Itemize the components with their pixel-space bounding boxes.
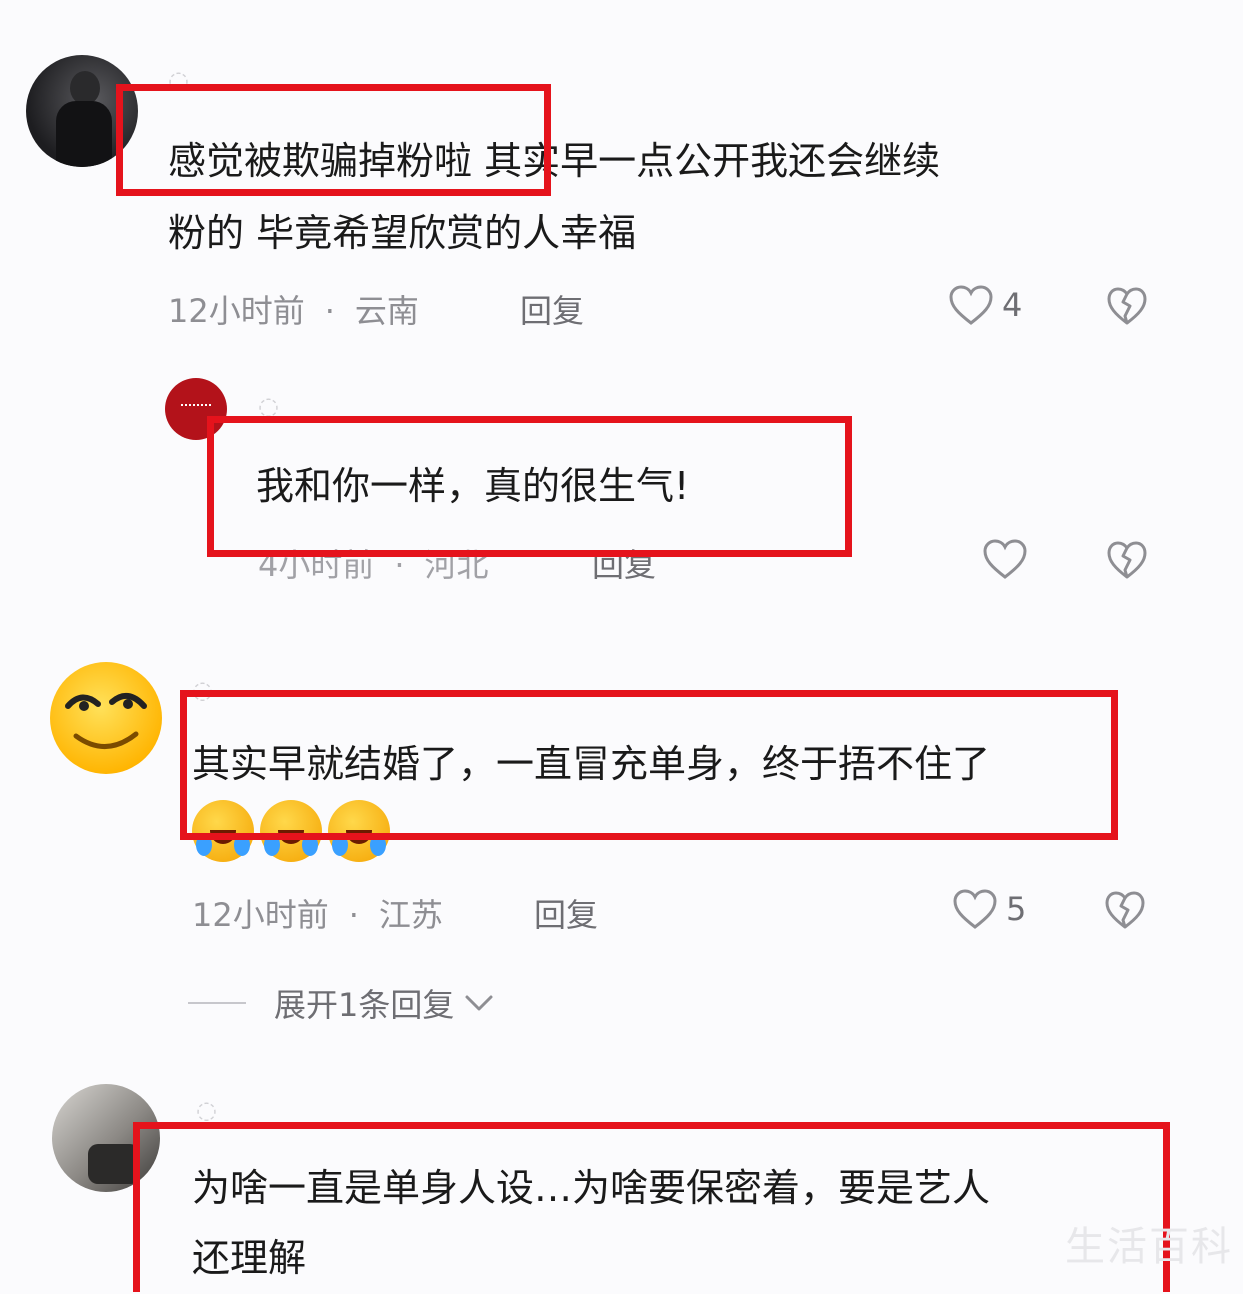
separator: · <box>324 292 335 330</box>
like-button[interactable]: 4 <box>948 284 1022 326</box>
broken-heart-icon[interactable] <box>1104 890 1146 930</box>
heart-outline-icon <box>948 284 994 326</box>
comment-location: 江苏 <box>378 896 443 934</box>
separator: · <box>348 896 359 934</box>
username-placeholder: ◌ <box>196 1096 217 1124</box>
comment-text-line: 粉的 毕竟希望欣赏的人幸福 <box>168 211 637 255</box>
like-count: 5 <box>1006 890 1027 928</box>
expand-replies-button[interactable]: 展开1条回复 <box>188 980 494 1026</box>
avatar[interactable] <box>50 662 162 774</box>
reply-button[interactable]: 回复 <box>520 286 584 332</box>
reply-button[interactable]: 回复 <box>534 890 598 936</box>
chevron-down-icon <box>464 993 494 1013</box>
highlight-box <box>180 690 1118 840</box>
comment-time: 12小时前 <box>192 896 329 934</box>
comment-meta: 12小时前 · 云南 <box>168 286 419 332</box>
watermark: 生活百科 <box>1065 1224 1233 1270</box>
like-count: 4 <box>1002 286 1023 324</box>
expand-replies-label: 展开1条回复 <box>274 986 455 1024</box>
highlight-box <box>133 1122 1170 1292</box>
like-button[interactable]: 5 <box>952 888 1026 930</box>
highlight-box <box>116 84 551 196</box>
heart-outline-icon <box>952 888 998 930</box>
heart-outline-icon <box>982 538 1028 580</box>
comment-time: 12小时前 <box>168 292 305 330</box>
comment-location: 云南 <box>354 292 419 330</box>
broken-heart-icon[interactable] <box>1106 286 1148 326</box>
comment-meta: 12小时前 · 江苏 <box>192 890 443 936</box>
like-button[interactable] <box>982 538 1036 580</box>
highlight-box <box>207 416 852 557</box>
divider <box>188 1002 246 1004</box>
broken-heart-icon[interactable] <box>1106 540 1148 580</box>
